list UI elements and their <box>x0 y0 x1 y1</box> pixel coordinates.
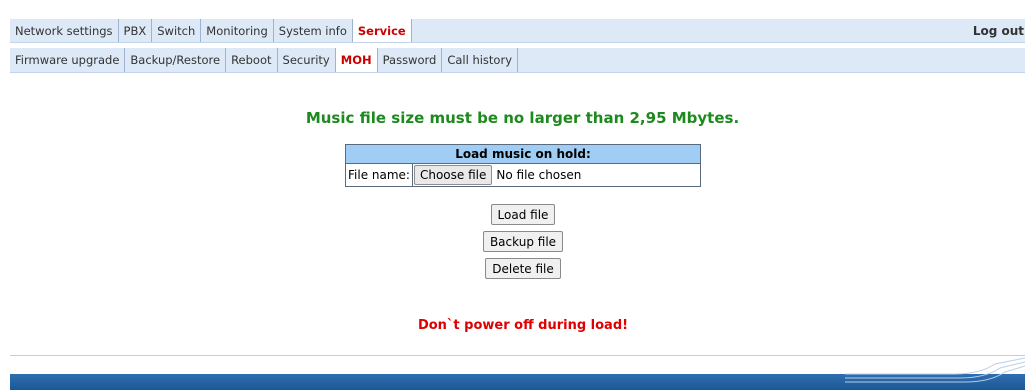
tab-firmware-upgrade[interactable]: Firmware upgrade <box>10 48 126 72</box>
service-subnav: Firmware upgrade Backup/Restore Reboot S… <box>10 48 1025 73</box>
tab-backup-restore[interactable]: Backup/Restore <box>125 48 227 72</box>
nav-service[interactable]: Service <box>352 19 412 42</box>
nav-monitoring[interactable]: Monitoring <box>201 19 274 42</box>
tab-security[interactable]: Security <box>278 48 336 72</box>
nav-switch[interactable]: Switch <box>152 19 202 42</box>
nav-system-info[interactable]: System info <box>274 19 353 42</box>
file-status-text: No file chosen <box>496 168 582 182</box>
load-moh-table: Load music on hold: File name: Choose fi… <box>345 144 702 187</box>
load-moh-title: Load music on hold: <box>345 144 701 164</box>
tab-password[interactable]: Password <box>378 48 443 72</box>
choose-file-button[interactable]: Choose file <box>413 165 493 185</box>
file-size-notice: Music file size must be no larger than 2… <box>305 109 740 127</box>
nav-network-settings[interactable]: Network settings <box>10 19 119 42</box>
file-input-cell: Choose file No file chosen <box>411 163 702 187</box>
nav-pbx[interactable]: PBX <box>119 19 153 42</box>
tab-call-history[interactable]: Call history <box>442 48 519 72</box>
load-file-button[interactable]: Load file <box>490 204 556 225</box>
power-warning: Don`t power off during load! <box>417 318 629 333</box>
file-name-label: File name: <box>345 163 413 187</box>
delete-file-button[interactable]: Delete file <box>485 258 561 279</box>
footer-swoosh-decoration <box>845 357 1025 383</box>
backup-file-button[interactable]: Backup file <box>482 231 564 252</box>
logout-link[interactable]: Log out <box>973 19 1025 42</box>
tab-reboot[interactable]: Reboot <box>226 48 278 72</box>
moh-action-buttons: Load file Backup file Delete file <box>0 204 1025 279</box>
tab-moh[interactable]: MOH <box>335 48 378 72</box>
main-nav: Network settings PBX Switch Monitoring S… <box>10 19 1025 43</box>
